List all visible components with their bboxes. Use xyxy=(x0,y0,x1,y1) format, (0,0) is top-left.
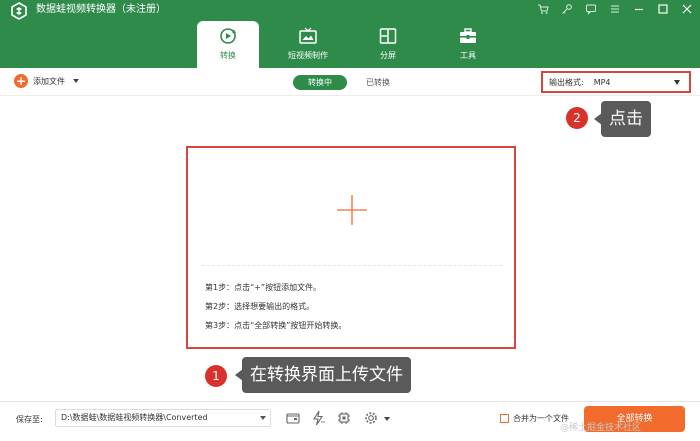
instruction-step: 第1步：点击“+”按钮添加文件。 xyxy=(205,283,322,292)
tab-tools[interactable]: 工具 xyxy=(437,21,499,68)
window-controls xyxy=(536,2,694,16)
instruction-step: 第2步：选择想要输出的格式。 xyxy=(205,302,315,311)
output-format-select[interactable]: 输出格式: MP4 xyxy=(541,71,691,93)
add-file-label: 添加文件 xyxy=(33,76,65,86)
app-logo-icon xyxy=(11,2,27,20)
instruction-step: 第3步：点击“全部转换”按钮开始转换。 xyxy=(205,321,347,330)
chat-icon[interactable] xyxy=(584,2,598,16)
watermark: @稀土掘金技术社区 xyxy=(560,423,642,433)
minimize-icon[interactable] xyxy=(632,2,646,16)
tab-converted[interactable]: 已转换 xyxy=(366,75,390,90)
chevron-down-icon[interactable] xyxy=(260,416,266,420)
output-format-label: 输出格式: xyxy=(549,77,584,87)
chevron-down-icon[interactable] xyxy=(673,79,680,85)
close-icon[interactable] xyxy=(680,2,694,16)
file-drop-area[interactable]: 第1步：点击“+”按钮添加文件。 第2步：选择想要输出的格式。 第3步：点击“全… xyxy=(186,146,516,349)
cart-icon[interactable] xyxy=(536,2,550,16)
tab-label: 短视频制作 xyxy=(288,51,328,60)
chevron-down-icon[interactable] xyxy=(384,417,390,421)
add-file-button[interactable]: + 添加文件 xyxy=(14,74,79,88)
merge-checkbox[interactable] xyxy=(500,414,509,423)
plus-icon: + xyxy=(14,74,28,88)
app-window: 数据蛙视频转换器（未注册） 转换 短视频制作 分屏 工具 + 添加文件 转换中 … xyxy=(0,0,700,441)
instruction-steps: 第1步：点击“+”按钮添加文件。 第2步：选择想要输出的格式。 第3步：点击“全… xyxy=(205,278,346,335)
maximize-icon[interactable] xyxy=(656,2,670,16)
annotation-callout-1: 在转换界面上传文件 xyxy=(235,357,411,393)
key-icon[interactable] xyxy=(560,2,574,16)
cpu-icon[interactable] xyxy=(336,410,352,426)
tab-short-video[interactable]: 短视频制作 xyxy=(277,21,339,68)
window-title: 数据蛙视频转换器（未注册） xyxy=(36,4,166,15)
add-plus-icon[interactable] xyxy=(336,194,368,226)
annotation-badge-2: 2 xyxy=(566,107,588,129)
tab-convert[interactable]: 转换 xyxy=(197,21,259,68)
status-toggle: 转换中 已转换 xyxy=(293,75,390,90)
hardware-acceleration-icon[interactable] xyxy=(310,410,326,426)
annotation-badge-1: 1 xyxy=(205,365,227,387)
tab-converting[interactable]: 转换中 xyxy=(293,75,347,90)
folder-icon[interactable] xyxy=(285,410,301,426)
merge-option[interactable]: 合并为一个文件 xyxy=(500,413,569,424)
tab-split-screen[interactable]: 分屏 xyxy=(357,21,419,68)
tab-label: 分屏 xyxy=(380,51,396,60)
main-tabs: 转换 短视频制作 分屏 工具 xyxy=(197,21,517,68)
menu-icon[interactable] xyxy=(608,2,622,16)
chevron-down-icon[interactable] xyxy=(73,79,79,83)
tab-label: 工具 xyxy=(460,51,476,60)
title-bar: 数据蛙视频转换器（未注册） 转换 短视频制作 分屏 工具 xyxy=(0,0,700,68)
toolbox-icon xyxy=(460,28,476,43)
save-to-label: 保存至: xyxy=(16,415,43,424)
split-screen-icon xyxy=(379,28,397,44)
annotation-callout-2: 点击 xyxy=(594,101,651,137)
divider xyxy=(202,265,502,266)
output-format-value[interactable]: MP4 xyxy=(594,78,674,87)
save-path-select[interactable]: D:\数据蛙\数据蛙视频转换器\Converted xyxy=(55,409,271,427)
tab-label: 转换 xyxy=(220,51,236,60)
save-path-value: D:\数据蛙\数据蛙视频转换器\Converted xyxy=(61,413,208,422)
settings-gear-icon[interactable] xyxy=(363,410,379,426)
convert-icon xyxy=(220,28,236,44)
tv-icon xyxy=(299,27,317,44)
